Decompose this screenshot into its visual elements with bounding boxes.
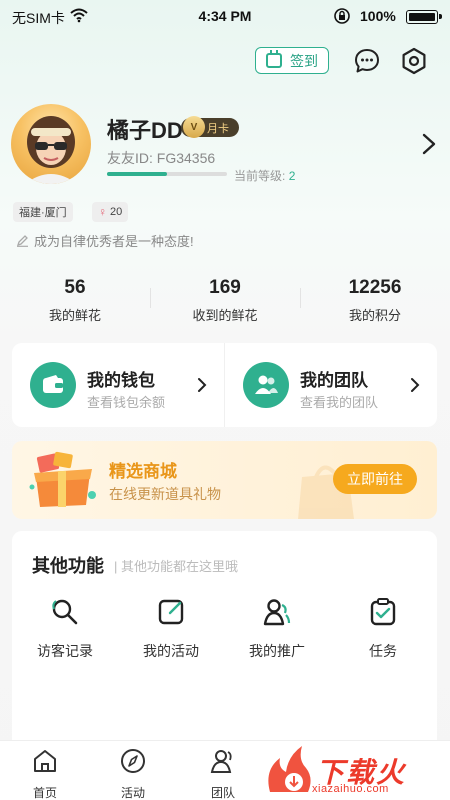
team-subtitle: 查看我的团队: [300, 395, 379, 410]
other-functions-card: 其他功能 | 其他功能都在这里哦 访客记录 我的活动 我的推广 任务: [12, 531, 437, 751]
mall-title: 精选商城: [109, 462, 177, 481]
battery-icon: [406, 10, 442, 24]
stat-label: 我的鲜花: [48, 308, 101, 323]
wallet-entry[interactable]: 我的钱包 查看钱包余额: [12, 343, 224, 427]
checkin-button[interactable]: 签到: [255, 47, 329, 74]
nav-label: 首页: [32, 786, 57, 800]
wallet-subtitle: 查看钱包余额: [87, 395, 166, 410]
nav-label: 活动: [120, 786, 145, 800]
status-bar: 无SIM卡 4:34 PM 100%: [0, 0, 450, 32]
section-title: 其他功能: [32, 556, 104, 576]
calendar-check-icon: [266, 50, 282, 68]
stat-value: 56: [64, 277, 86, 298]
nav-home[interactable]: 首页: [0, 748, 90, 800]
signature-text: 成为自律优秀者是一种态度!: [34, 234, 194, 249]
go-now-button[interactable]: 立即前往: [333, 464, 417, 494]
level-progress-bar: [107, 172, 227, 176]
chevron-right-icon[interactable]: [420, 132, 438, 156]
user-name: 橘子DD: [107, 118, 183, 143]
func-my-promotion[interactable]: 我的推广: [224, 593, 330, 661]
stat-label: 收到的鲜花: [192, 308, 258, 323]
func-label: 访客记录: [37, 643, 93, 659]
stats-row: 56 我的鲜花 169 收到的鲜花 12256 我的积分: [0, 268, 450, 328]
chevron-right-icon: [411, 378, 420, 392]
crown-icon: V: [183, 116, 205, 138]
city-tag: 福建·厦门: [13, 202, 73, 222]
level-label: 当前等级: 2: [234, 169, 296, 183]
age-tag: ♀ 20: [92, 202, 129, 222]
wallet-title: 我的钱包: [87, 371, 155, 390]
settings-icon[interactable]: [400, 47, 428, 75]
age-value: 20: [110, 206, 123, 218]
func-label: 任务: [369, 643, 397, 659]
nav-activity[interactable]: 活动: [88, 748, 178, 800]
stat-my-flowers[interactable]: 56 我的鲜花: [0, 268, 150, 324]
stat-value: 169: [209, 277, 241, 298]
mall-subtitle: 在线更新道具礼物: [109, 486, 221, 502]
female-icon: ♀: [98, 205, 107, 219]
avatar[interactable]: [11, 104, 91, 184]
team-entry[interactable]: 我的团队 查看我的团队: [225, 343, 437, 427]
checkin-label: 签到: [290, 52, 318, 69]
team-icon: [210, 750, 232, 773]
signature[interactable]: 成为自律优秀者是一种态度!: [16, 231, 194, 250]
stat-received-flowers[interactable]: 169 收到的鲜花: [150, 268, 300, 324]
battery-percent: 100%: [360, 8, 396, 24]
compass-icon: [121, 749, 145, 773]
edit-icon: [16, 235, 28, 247]
my-activity-icon: [158, 599, 184, 625]
user-id: 友友ID: FG34356: [107, 150, 216, 166]
func-visitor-record[interactable]: 访客记录: [12, 593, 118, 661]
team-icon: [243, 362, 289, 408]
vip-label: 月卡: [207, 122, 229, 135]
gift-box-icon: [29, 451, 96, 507]
nav-team[interactable]: 团队: [178, 748, 268, 800]
watermark-url: xiazaihuo.com: [312, 783, 389, 795]
avatar-photo: [25, 116, 77, 184]
section-subtitle: | 其他功能都在这里哦: [114, 559, 238, 574]
nav-label: 团队: [210, 786, 235, 800]
func-label: 我的推广: [249, 643, 305, 659]
message-icon[interactable]: [354, 48, 380, 74]
team-title: 我的团队: [300, 371, 368, 390]
stat-my-points[interactable]: 12256 我的积分: [300, 268, 450, 324]
visitor-record-icon: [52, 599, 78, 625]
wallet-team-card: 我的钱包 查看钱包余额 我的团队 查看我的团队: [12, 343, 437, 427]
vip-badge: V 月卡: [181, 116, 239, 138]
task-icon: [370, 598, 396, 626]
rotation-lock-icon: [334, 8, 350, 24]
stat-label: 我的积分: [348, 308, 401, 323]
stat-value: 12256: [348, 277, 402, 298]
my-promotion-icon: [263, 599, 291, 626]
func-label: 我的活动: [143, 643, 199, 659]
level-value: 2: [288, 169, 296, 183]
mall-banner[interactable]: 精选商城 在线更新道具礼物 立即前往: [12, 441, 437, 519]
wallet-icon: [30, 362, 76, 408]
chevron-right-icon: [198, 378, 207, 392]
func-task[interactable]: 任务: [330, 593, 436, 661]
level-progress-fill: [107, 172, 167, 176]
home-icon: [34, 750, 56, 772]
func-my-activity[interactable]: 我的活动: [118, 593, 224, 661]
